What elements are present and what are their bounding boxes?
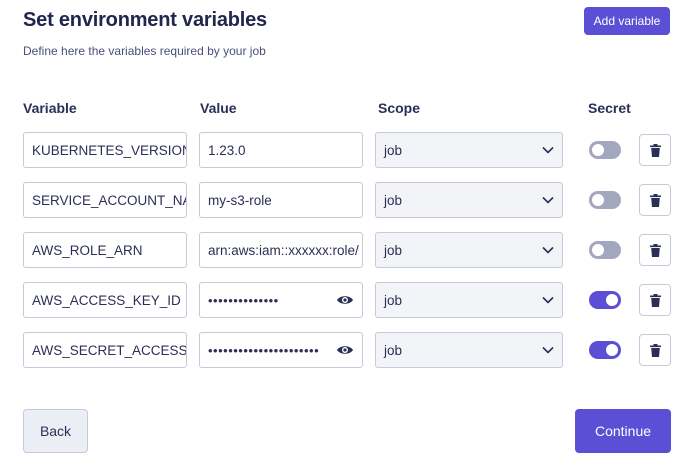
secret-toggle[interactable]	[589, 291, 621, 309]
secret-toggle[interactable]	[589, 191, 621, 209]
delete-row-button[interactable]	[639, 184, 671, 216]
variable-name-text: KUBERNETES_VERSION	[32, 142, 187, 158]
delete-row-button[interactable]	[639, 284, 671, 316]
variable-value-text: ••••••••••••••	[208, 292, 279, 308]
variable-value-text: my-s3-role	[208, 192, 272, 208]
chevron-down-icon	[542, 146, 554, 154]
scope-select-value: job	[384, 142, 403, 158]
secret-toggle[interactable]	[589, 141, 621, 159]
trash-icon	[649, 143, 661, 157]
variable-row: SERVICE_ACCOUNT_NAME my-s3-role job	[0, 182, 691, 218]
chevron-down-icon	[542, 346, 554, 354]
chevron-down-icon	[542, 196, 554, 204]
secret-toggle[interactable]	[589, 341, 621, 359]
trash-icon	[649, 293, 661, 307]
variable-row: KUBERNETES_VERSION 1.23.0 job	[0, 132, 691, 168]
variable-value-input[interactable]: arn:aws:iam::xxxxxx:role/	[199, 232, 363, 268]
scope-select[interactable]: job	[375, 232, 563, 268]
delete-row-button[interactable]	[639, 234, 671, 266]
trash-icon	[649, 343, 661, 357]
variable-name-input[interactable]: AWS_ACCESS_KEY_ID	[23, 282, 187, 318]
variable-name-input[interactable]: SERVICE_ACCOUNT_NAME	[23, 182, 187, 218]
variable-value-text: 1.23.0	[208, 142, 246, 158]
trash-icon	[649, 193, 661, 207]
variable-value-input[interactable]: ••••••••••••••••••••••	[199, 332, 363, 368]
variable-name-input[interactable]: AWS_ROLE_ARN	[23, 232, 187, 268]
variable-value-input[interactable]: ••••••••••••••	[199, 282, 363, 318]
variable-row: AWS_SECRET_ACCESS_KEY •••••••••••••••••••…	[0, 332, 691, 368]
column-header-value: Value	[200, 100, 237, 116]
toggle-knob	[592, 244, 604, 256]
column-header-variable: Variable	[23, 100, 77, 116]
variable-name-text: AWS_ROLE_ARN	[32, 242, 143, 258]
scope-select[interactable]: job	[375, 332, 563, 368]
toggle-knob	[606, 294, 618, 306]
eye-icon[interactable]	[336, 344, 354, 356]
scope-select[interactable]: job	[375, 182, 563, 218]
scope-select[interactable]: job	[375, 132, 563, 168]
back-button[interactable]: Back	[23, 409, 88, 453]
page-title: Set environment variables	[23, 9, 267, 31]
scope-select-value: job	[384, 242, 403, 258]
scope-select-value: job	[384, 292, 403, 308]
toggle-knob	[592, 194, 604, 206]
chevron-down-icon	[542, 246, 554, 254]
scope-select-value: job	[384, 192, 403, 208]
page-subtitle: Define here the variables required by yo…	[23, 44, 266, 58]
delete-row-button[interactable]	[639, 334, 671, 366]
trash-icon	[649, 243, 661, 257]
secret-toggle[interactable]	[589, 241, 621, 259]
variable-row: AWS_ROLE_ARN arn:aws:iam::xxxxxx:role/job	[0, 232, 691, 268]
variable-value-text: ••••••••••••••••••••••	[208, 342, 320, 358]
variable-row: AWS_ACCESS_KEY_ID •••••••••••••• job	[0, 282, 691, 318]
variable-name-text: AWS_SECRET_ACCESS_KEY	[32, 342, 187, 358]
variable-value-text: arn:aws:iam::xxxxxx:role/	[208, 242, 359, 258]
variable-name-text: SERVICE_ACCOUNT_NAME	[32, 192, 186, 208]
eye-icon[interactable]	[336, 294, 354, 306]
variable-name-input[interactable]: KUBERNETES_VERSION	[23, 132, 187, 168]
scope-select[interactable]: job	[375, 282, 563, 318]
continue-button[interactable]: Continue	[575, 409, 671, 453]
toggle-knob	[592, 144, 604, 156]
variable-value-input[interactable]: 1.23.0	[199, 132, 363, 168]
variable-name-text: AWS_ACCESS_KEY_ID	[32, 292, 181, 308]
toggle-knob	[606, 344, 618, 356]
variable-value-input[interactable]: my-s3-role	[199, 182, 363, 218]
scope-select-value: job	[384, 342, 403, 358]
column-header-scope: Scope	[378, 100, 421, 116]
add-variable-button[interactable]: Add variable	[584, 7, 670, 35]
delete-row-button[interactable]	[639, 134, 671, 166]
column-header-secret: Secret	[588, 100, 631, 116]
variable-name-input[interactable]: AWS_SECRET_ACCESS_KEY	[23, 332, 187, 368]
chevron-down-icon	[542, 296, 554, 304]
